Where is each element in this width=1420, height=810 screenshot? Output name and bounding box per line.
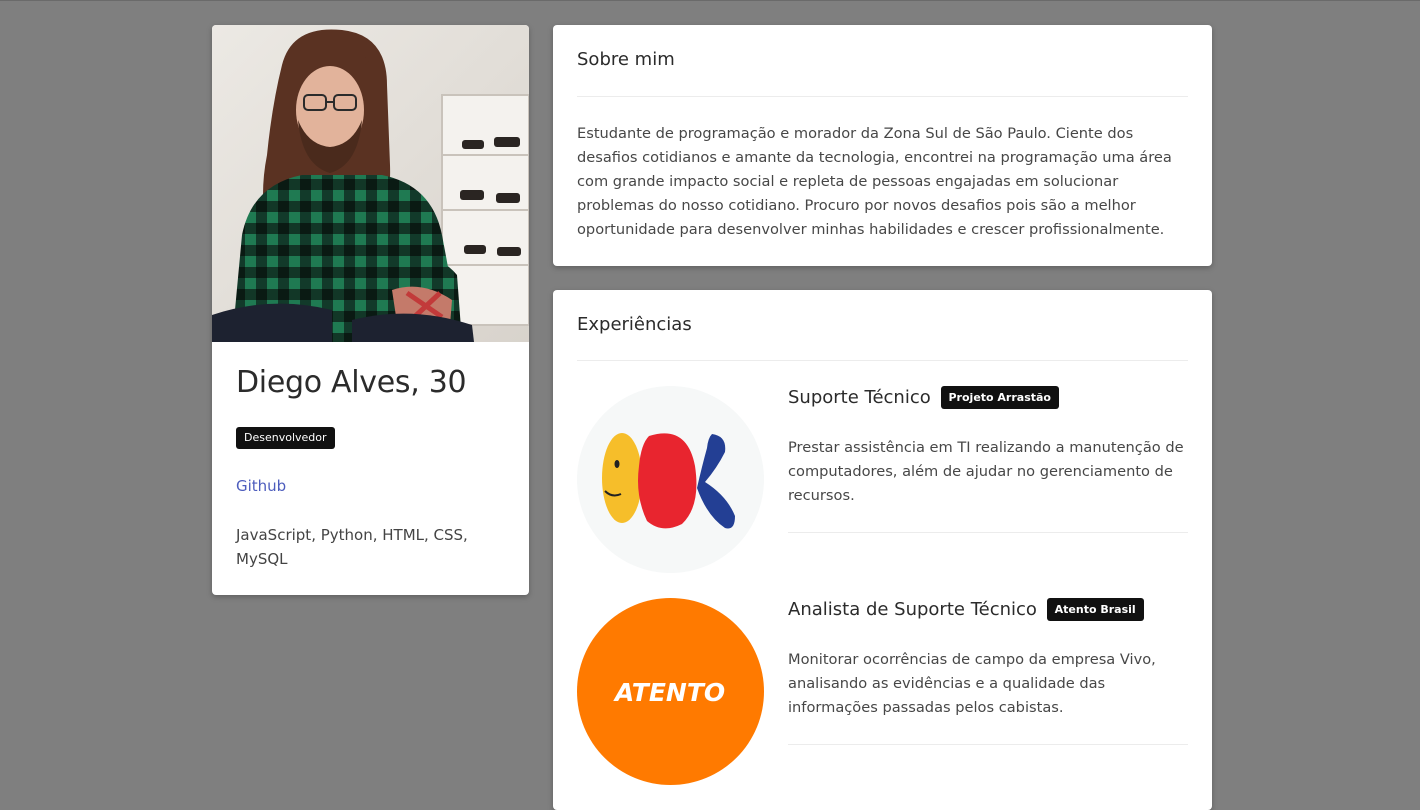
skills-text: JavaScript, Python, HTML, CSS, MySQL [236, 526, 468, 568]
company-badge: Projeto Arrastão [940, 386, 1059, 409]
experience-description: Monitorar ocorrências de campo da empres… [788, 651, 1156, 716]
experience-divider [788, 744, 1188, 745]
experience-role: Suporte Técnico [788, 387, 931, 408]
atento-logo: ATENTO [577, 598, 764, 785]
company-badge: Atento Brasil [1046, 598, 1144, 621]
experiences-divider [577, 360, 1188, 361]
about-card: Sobre mim Estudante de programação e mor… [553, 25, 1212, 266]
experience-description: Prestar assistência em TI realizando a m… [788, 439, 1184, 504]
experience-title: Suporte Técnico Projeto Arrastão [788, 386, 1059, 409]
about-title: Sobre mim [577, 49, 675, 70]
experiences-card: Experiências Suporte Técnico Projeto Arr… [553, 290, 1212, 810]
top-border [0, 0, 1420, 1]
experience-item: Suporte Técnico Projeto Arrastão Prestar… [577, 386, 1188, 586]
github-link[interactable]: Github [236, 477, 286, 495]
about-divider [577, 96, 1188, 97]
experiences-title: Experiências [577, 314, 692, 335]
about-text: Estudante de programação e morador da Zo… [577, 125, 1172, 238]
profile-name: Diego Alves, 30 [236, 365, 467, 400]
experience-divider [788, 532, 1188, 533]
experience-title: Analista de Suporte Técnico Atento Brasi… [788, 598, 1144, 621]
svg-text:ATENTO: ATENTO [613, 678, 725, 707]
profile-card: Diego Alves, 30 Desenvolvedor Github Jav… [212, 25, 529, 595]
experience-role: Analista de Suporte Técnico [788, 599, 1037, 620]
experience-item: ATENTO Analista de Suporte Técnico Atent… [577, 598, 1188, 798]
role-badge: Desenvolvedor [236, 427, 335, 449]
projeto-arrastao-logo [577, 386, 764, 573]
profile-photo [212, 25, 529, 342]
